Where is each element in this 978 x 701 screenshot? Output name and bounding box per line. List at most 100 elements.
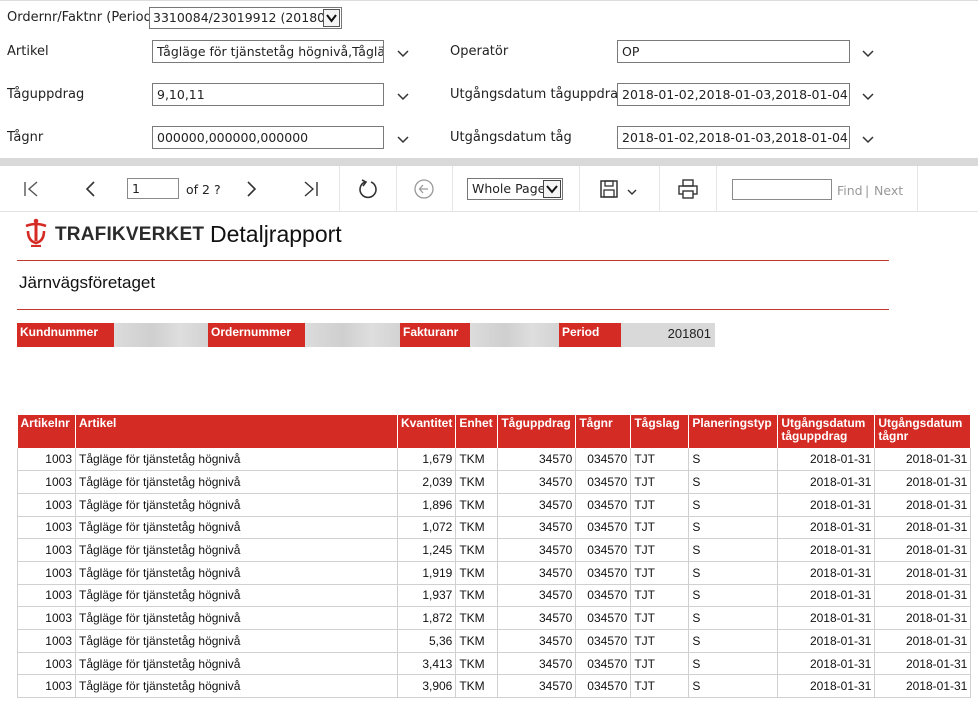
utg-tag-chevron-down-icon[interactable] — [860, 131, 876, 147]
artikel-field[interactable]: Tågläge för tjänstetåg högnivå,Tågläge — [152, 40, 384, 63]
table-cell: TKM — [455, 561, 499, 585]
table-cell: S — [688, 584, 779, 608]
col-header-tagslag[interactable]: Tågslag — [630, 415, 690, 448]
table-cell: S — [688, 516, 779, 540]
table-cell: 34570 — [497, 470, 577, 494]
table-cell: Tågläge för tjänstetåg högnivå — [75, 584, 398, 608]
company-divider — [17, 309, 889, 310]
next-page-button[interactable] — [234, 166, 268, 212]
tagnr-chevron-down-icon[interactable] — [395, 131, 411, 147]
col-header-kvantitet[interactable]: Kvantitet — [397, 415, 457, 448]
table-cell: S — [688, 538, 779, 562]
taguppdrag-field[interactable]: 9,10,11 — [152, 83, 384, 106]
page-number-input[interactable]: 1 — [127, 178, 179, 199]
back-button[interactable] — [406, 166, 442, 212]
table-cell: 2018-01-31 — [777, 516, 876, 540]
table-cell: TJT — [630, 629, 690, 653]
table-cell: 34570 — [497, 516, 577, 540]
col-header-enhet[interactable]: Enhet — [455, 415, 499, 448]
table-cell: 1003 — [17, 674, 76, 699]
table-cell: 2018-01-31 — [777, 470, 876, 494]
toolbar-divider — [452, 166, 453, 212]
table-row: 1003 Tågläge för tjänstetåg högnivå 1,896 T… — [17, 493, 972, 517]
table-cell: 34570 — [497, 538, 577, 562]
table-cell: 1,245 — [397, 538, 457, 562]
col-header-utg-tagnr[interactable]: Utgångsdatum tågnr — [874, 415, 972, 448]
tagnr-label: Tågnr — [7, 130, 44, 145]
utg-taguppdrag-chevron-down-icon[interactable] — [860, 88, 876, 104]
table-cell: TKM — [455, 448, 499, 472]
table-cell: 2018-01-31 — [874, 516, 972, 540]
find-input[interactable] — [732, 179, 832, 200]
order-select[interactable]: 3310084/23019912 (201801) — [149, 7, 342, 29]
table-cell: 1003 — [17, 448, 76, 472]
table-cell: 034570 — [575, 674, 632, 699]
table-cell: S — [688, 493, 779, 517]
table-cell: Tågläge för tjänstetåg högnivå — [75, 493, 398, 517]
tagnr-field[interactable]: 000000,000000,000000 — [152, 126, 384, 149]
table-row: 1003 Tågläge för tjänstetåg högnivå 3,413 T… — [17, 652, 972, 676]
chevron-left-icon — [85, 181, 95, 197]
table-cell: 34570 — [497, 652, 577, 676]
table-cell: Tågläge för tjänstetåg högnivå — [75, 538, 398, 562]
col-header-taguppdrag[interactable]: Tåguppdrag — [497, 415, 577, 448]
table-cell: 2018-01-31 — [777, 538, 876, 562]
period-value: 201801 — [621, 323, 715, 347]
table-cell: 1,679 — [397, 448, 457, 472]
table-cell: TKM — [455, 606, 499, 630]
table-cell: 034570 — [575, 584, 632, 608]
report-title: Detaljrapport — [210, 221, 342, 247]
table-cell: S — [688, 629, 779, 653]
find-link[interactable]: Find — [837, 183, 863, 198]
export-button[interactable] — [594, 166, 644, 212]
trafikverket-logo-icon — [25, 218, 47, 247]
table-cell: 2018-01-31 — [874, 606, 972, 630]
period-label: Period — [559, 323, 621, 347]
table-cell: 2018-01-31 — [874, 538, 972, 562]
order-select-value: 3310084/23019912 (201801) — [153, 10, 338, 25]
col-header-planeringstyp[interactable]: Planeringstyp — [688, 415, 779, 448]
utg-tag-label: Utgångsdatum tåg — [450, 130, 572, 145]
detail-table: Artikelnr Artikel Kvantitet Enhet Tågupp… — [17, 415, 972, 699]
table-cell: 1003 — [17, 561, 76, 585]
table-cell: 2018-01-31 — [777, 652, 876, 676]
utg-tag-field[interactable]: 2018-01-02,2018-01-03,2018-01-04,20 — [617, 126, 850, 149]
table-cell: S — [688, 674, 779, 699]
table-row: 1003 Tågläge för tjänstetåg högnivå 1,245 T… — [17, 538, 972, 562]
table-cell: 1003 — [17, 493, 76, 517]
utg-taguppdrag-field[interactable]: 2018-01-02,2018-01-03,2018-01-04,20 — [617, 83, 850, 106]
table-cell: 2018-01-31 — [874, 584, 972, 608]
first-page-button[interactable] — [14, 166, 48, 212]
print-button[interactable] — [670, 166, 706, 212]
refresh-icon — [359, 179, 377, 199]
col-header-utg-taguppdrag[interactable]: Utgångsdatum tåguppdrag — [777, 415, 876, 448]
fakturanr-value — [470, 323, 559, 347]
table-cell: 1,919 — [397, 561, 457, 585]
artikel-chevron-down-icon[interactable] — [395, 45, 411, 61]
find-next-link[interactable]: Next — [874, 183, 903, 198]
col-header-artikelnr[interactable]: Artikelnr — [17, 415, 76, 448]
taguppdrag-chevron-down-icon[interactable] — [395, 88, 411, 104]
operator-chevron-down-icon[interactable] — [860, 45, 876, 61]
table-cell: 2018-01-31 — [874, 674, 972, 699]
table-cell: TKM — [455, 516, 499, 540]
zoom-select-arrow[interactable] — [543, 180, 561, 198]
title-divider — [17, 260, 889, 261]
zoom-select[interactable]: Whole Page — [467, 178, 563, 200]
table-cell: 2018-01-31 — [874, 493, 972, 517]
refresh-button[interactable] — [350, 166, 386, 212]
table-cell: 34570 — [497, 629, 577, 653]
table-cell: 2018-01-31 — [874, 629, 972, 653]
col-header-artikel[interactable]: Artikel — [75, 415, 398, 448]
previous-page-button[interactable] — [74, 166, 108, 212]
last-page-button[interactable] — [294, 166, 328, 212]
table-cell: 1,872 — [397, 606, 457, 630]
col-header-tagnr[interactable]: Tågnr — [575, 415, 632, 448]
table-cell: 1003 — [17, 629, 76, 653]
table-cell: S — [688, 448, 779, 472]
operator-field[interactable]: OP — [617, 40, 850, 63]
table-cell: 2018-01-31 — [777, 493, 876, 517]
chevron-right-icon — [247, 181, 257, 197]
back-arrow-icon — [414, 179, 434, 199]
order-select-arrow[interactable] — [323, 9, 340, 27]
